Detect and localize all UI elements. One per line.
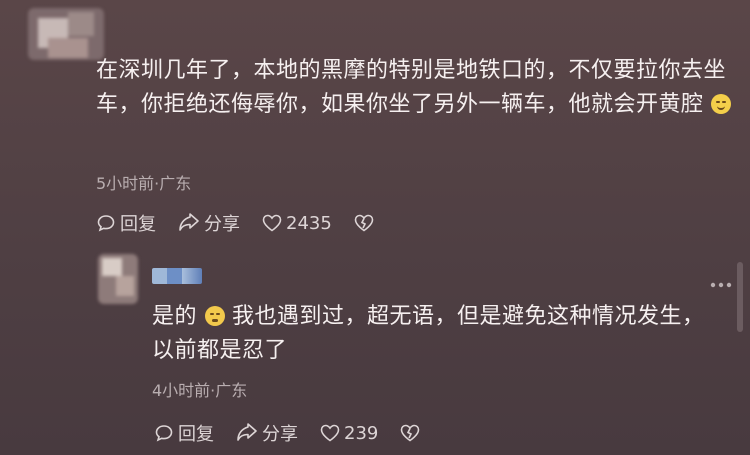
reply-username[interactable]: [152, 268, 202, 284]
like-button[interactable]: 239: [320, 423, 378, 444]
avatar[interactable]: [28, 8, 104, 60]
like-count: 2435: [286, 212, 332, 234]
heart-icon: [262, 214, 282, 232]
comment-meta: 5小时前·广东: [96, 174, 192, 193]
reply-icon: [155, 425, 173, 442]
share-button[interactable]: 分享: [178, 210, 240, 236]
like-button[interactable]: 2435: [262, 213, 332, 234]
reply-button[interactable]: 回复: [96, 210, 156, 236]
reply-icon: [97, 215, 115, 232]
comment-body: 在深圳几年了，本地的黑摩的特别是地铁口的，不仅要拉你去坐车，你拒绝还侮辱你，如果…: [96, 58, 727, 117]
share-button[interactable]: 分享: [236, 420, 298, 446]
reply-label: 回复: [178, 424, 214, 445]
reply-meta: 4小时前·广东: [152, 381, 248, 400]
like-count: 239: [344, 422, 379, 444]
reply-body-part1: 是的: [152, 304, 198, 329]
smile-emoji-icon: [711, 94, 732, 114]
reply-button[interactable]: 回复: [154, 420, 214, 446]
share-icon: [179, 213, 199, 231]
comment-text: 在深圳几年了，本地的黑摩的特别是地铁口的，不仅要拉你去坐车，你拒绝还侮辱你，如果…: [96, 54, 736, 122]
comment-actions: 回复 分享 2435: [96, 210, 400, 236]
heart-icon: [320, 424, 340, 442]
dislike-icon: [354, 214, 374, 232]
reply-actions: 回复 分享 239: [154, 420, 446, 446]
share-icon: [237, 423, 257, 441]
dislike-icon: [401, 424, 420, 442]
share-label: 分享: [204, 214, 240, 235]
dislike-button[interactable]: [400, 424, 424, 442]
scrollbar[interactable]: [737, 262, 743, 332]
reply-text: 是的 我也遇到过，超无语，但是避免这种情况发生，以前都是忍了: [152, 300, 712, 368]
reply-body-part2: 我也遇到过，超无语，但是避免这种情况发生，以前都是忍了: [152, 304, 705, 363]
flushed-emoji-icon: [204, 306, 225, 326]
reply-avatar[interactable]: [98, 254, 138, 304]
reply-label: 回复: [120, 214, 156, 235]
more-icon[interactable]: [706, 272, 736, 298]
dislike-button[interactable]: [354, 214, 378, 232]
share-label: 分享: [262, 424, 298, 445]
